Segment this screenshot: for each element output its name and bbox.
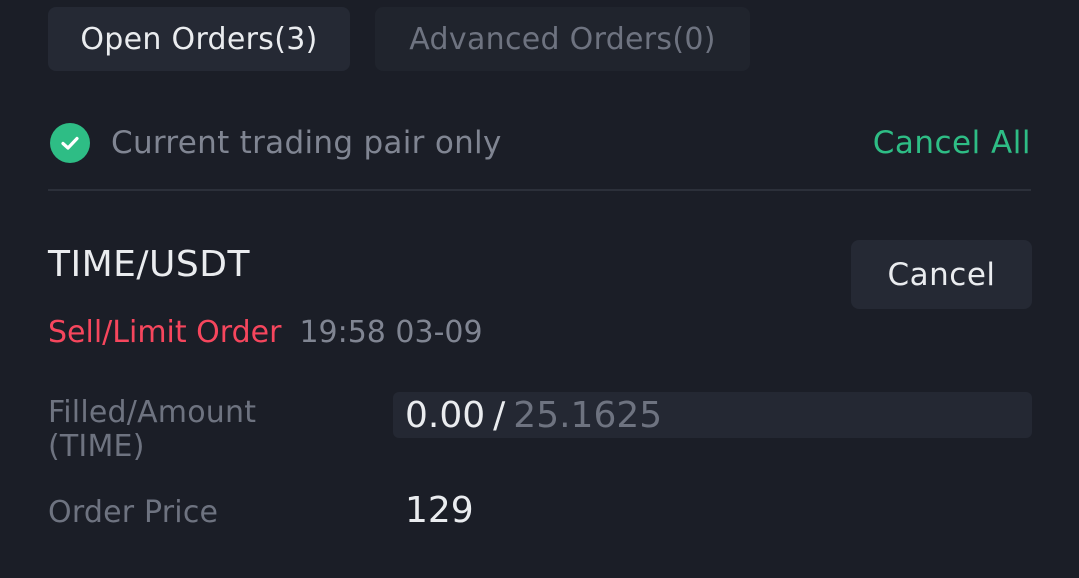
- check-circle-icon[interactable]: [50, 123, 90, 163]
- trading-pair-title: TIME/USDT: [48, 244, 250, 285]
- filled-amount-label-line1: Filled/Amount: [48, 395, 257, 430]
- tab-advanced-orders[interactable]: Advanced Orders(0): [375, 7, 750, 71]
- cancel-order-button[interactable]: Cancel: [851, 240, 1032, 309]
- order-timestamp: 19:58 03-09: [299, 314, 483, 350]
- filled-amount-label: Filled/Amount (TIME): [48, 396, 256, 464]
- order-price-value: 129: [405, 490, 474, 531]
- filter-label: Current trading pair only: [111, 125, 502, 161]
- filled-quantity: 0.00: [405, 394, 486, 436]
- divider: [48, 189, 1031, 191]
- total-amount: 25.1625: [513, 394, 663, 436]
- order-meta: Sell/Limit Order 19:58 03-09: [48, 312, 483, 352]
- order-type: Sell/Limit Order: [48, 314, 282, 350]
- order-price-label: Order Price: [48, 495, 219, 530]
- filled-separator: /: [493, 394, 506, 436]
- cancel-all-button[interactable]: Cancel All: [873, 120, 1031, 166]
- tab-open-orders[interactable]: Open Orders(3): [48, 7, 350, 71]
- filled-amount-value: 0.00 / 25.1625: [393, 392, 1032, 438]
- current-pair-filter-toggle[interactable]: Current trading pair only: [50, 120, 502, 166]
- filled-amount-label-line2: (TIME): [48, 429, 145, 464]
